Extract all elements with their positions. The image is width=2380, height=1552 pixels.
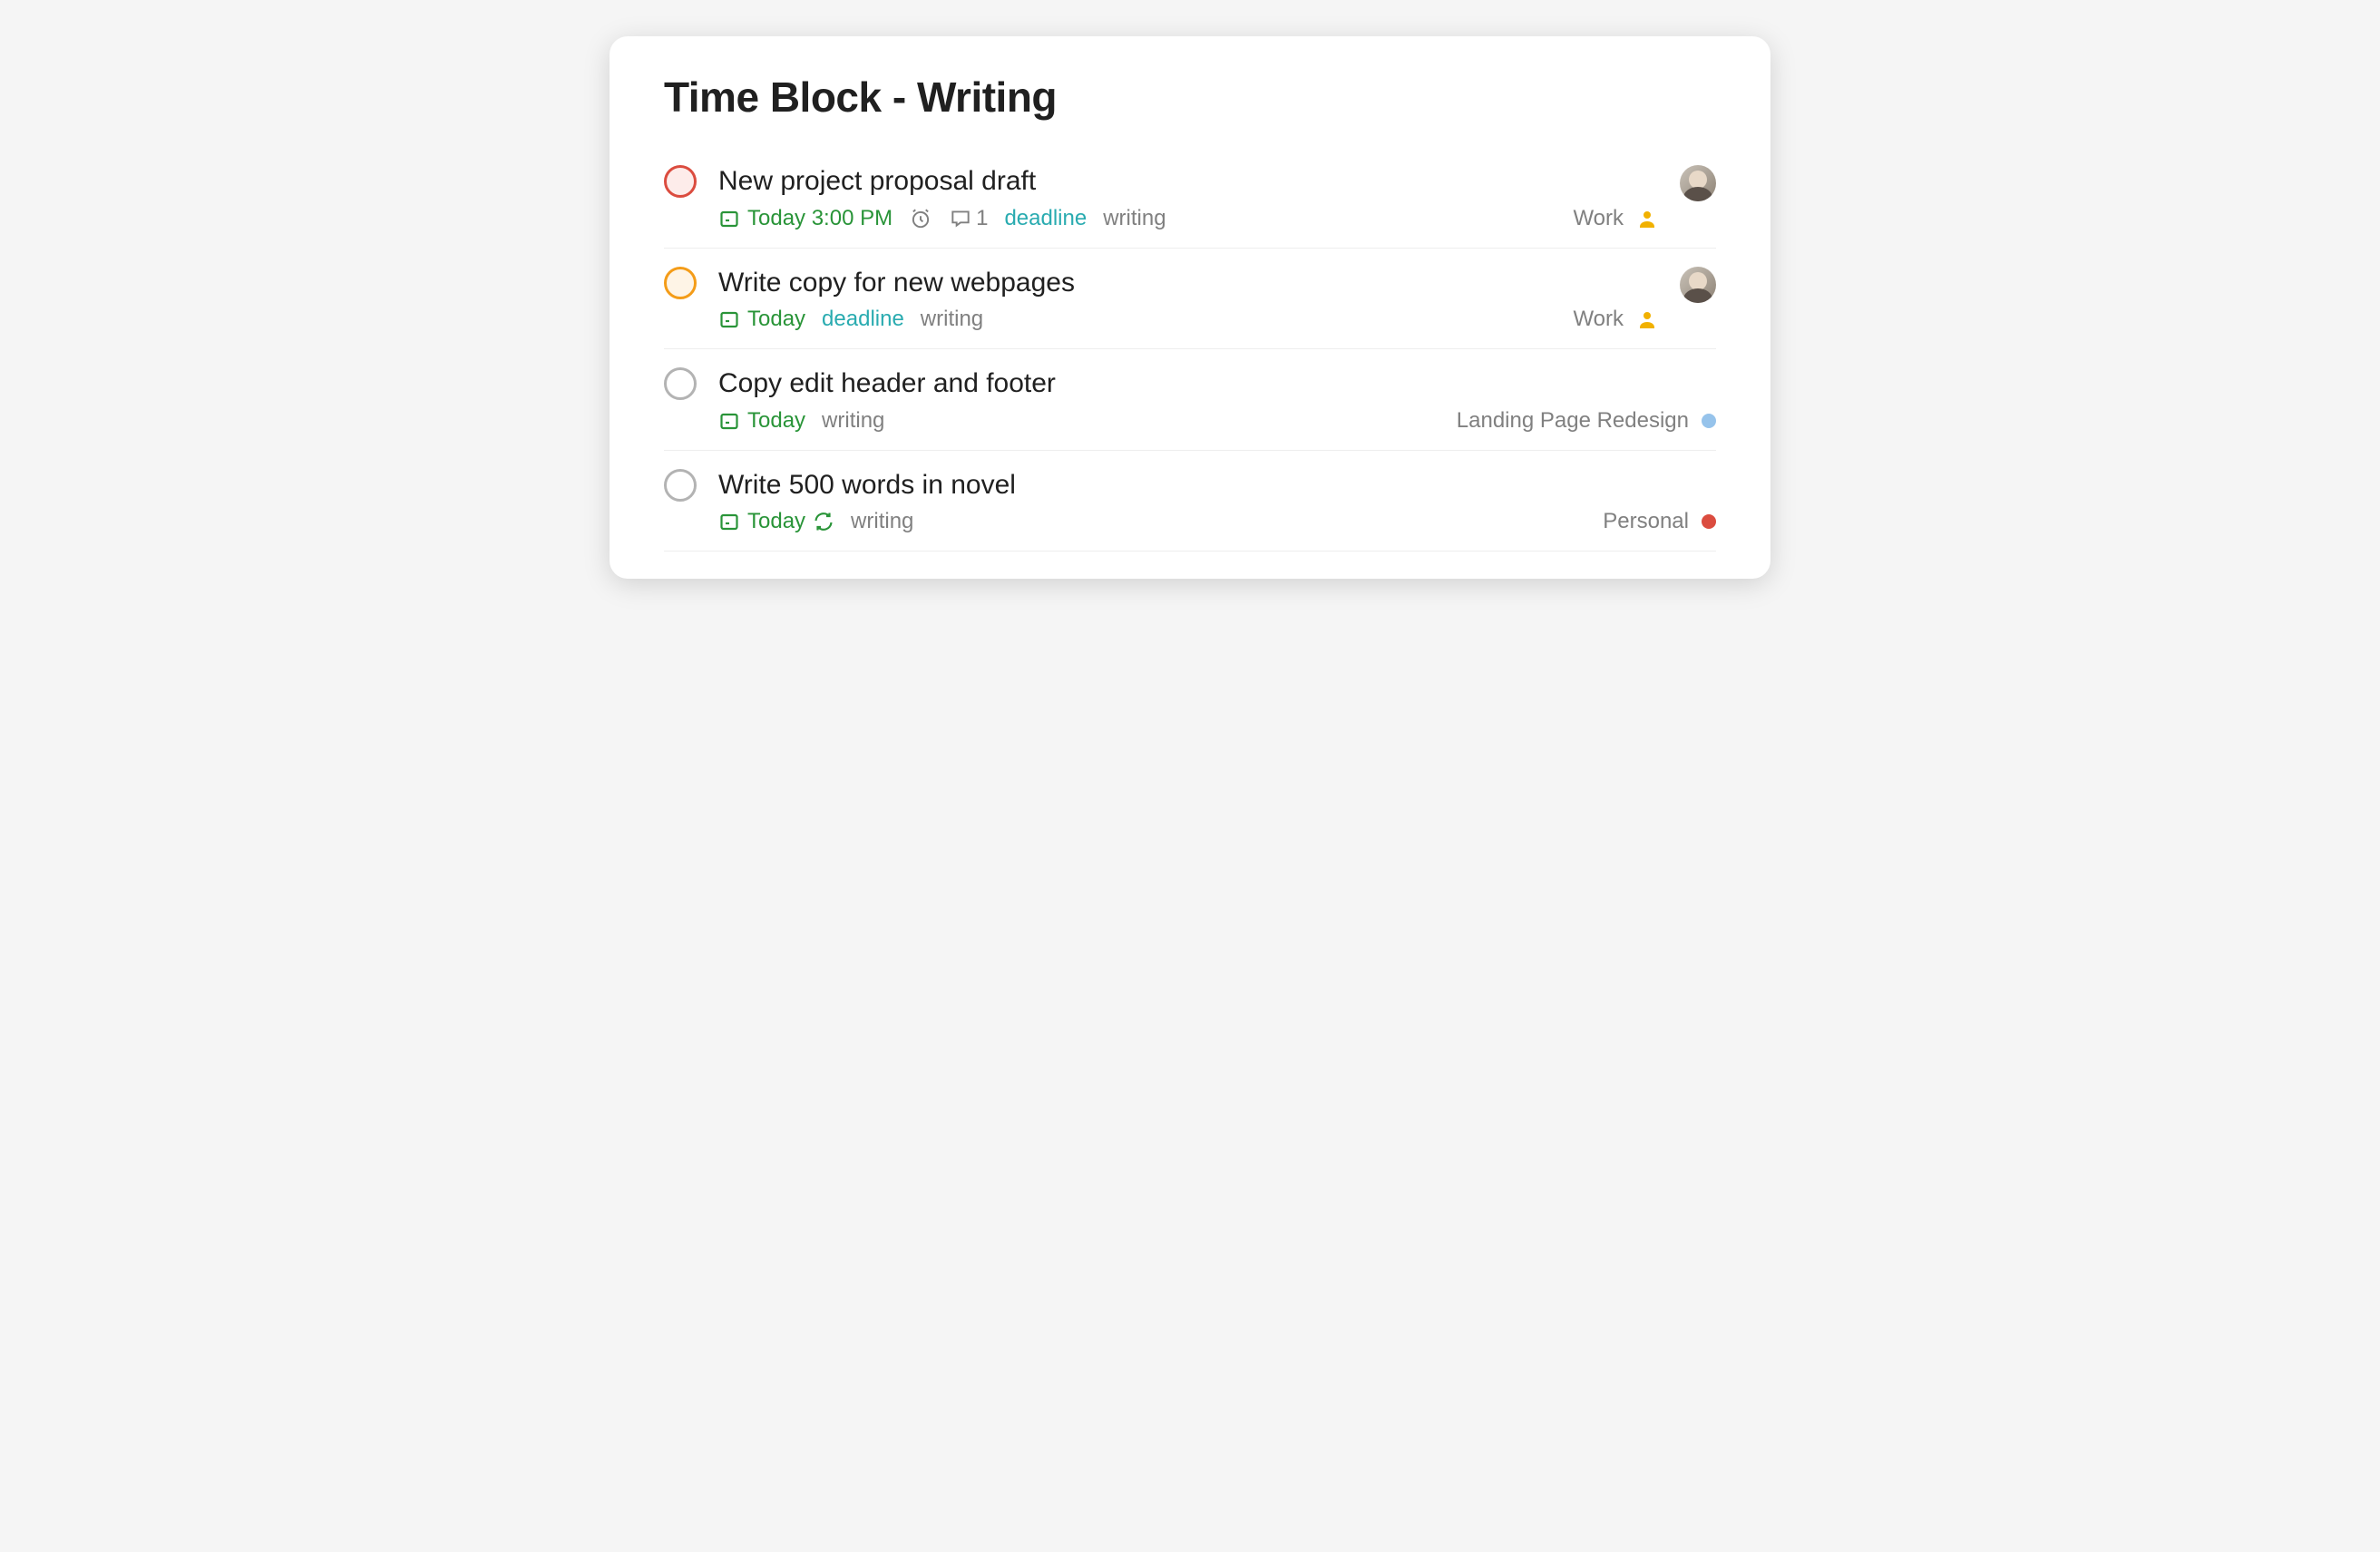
alarm-icon[interactable] [909, 207, 932, 230]
tag-deadline[interactable]: deadline [822, 307, 904, 332]
project-name: Personal [1603, 509, 1689, 534]
task-meta-left: Today writing [718, 509, 913, 534]
task-meta: Today writing Personal [718, 509, 1716, 534]
avatar[interactable] [1680, 267, 1716, 303]
task-list: New project proposal draft Today 3:00 PM… [664, 147, 1716, 551]
person-icon [1636, 208, 1658, 229]
tag-writing[interactable]: writing [921, 307, 983, 332]
task-body: Copy edit header and footer Today writing… [718, 366, 1716, 434]
project-name: Landing Page Redesign [1457, 408, 1689, 434]
comment-count[interactable]: 1 [949, 206, 988, 231]
task-body: Write 500 words in novel Today writing Pe… [718, 467, 1716, 535]
task-title[interactable]: New project proposal draft [718, 163, 1658, 200]
avatar[interactable] [1680, 165, 1716, 201]
tag-writing[interactable]: writing [822, 408, 884, 434]
calendar-icon [718, 410, 740, 432]
task-row[interactable]: Copy edit header and footer Today writing… [664, 349, 1716, 451]
task-meta: Today writing Landing Page Redesign [718, 408, 1716, 434]
due-date-text: Today [747, 408, 805, 434]
task-row[interactable]: Write copy for new webpages Today deadlin… [664, 249, 1716, 350]
task-meta: Today deadline writing Work [718, 307, 1658, 332]
task-row[interactable]: Write 500 words in novel Today writing Pe… [664, 451, 1716, 552]
task-checkbox[interactable] [664, 469, 697, 502]
task-checkbox[interactable] [664, 165, 697, 198]
calendar-icon [718, 511, 740, 532]
task-row[interactable]: New project proposal draft Today 3:00 PM… [664, 147, 1716, 249]
recurring-icon [813, 511, 834, 532]
task-title[interactable]: Write copy for new webpages [718, 265, 1658, 302]
due-date-text: Today [747, 509, 805, 534]
person-icon [1636, 308, 1658, 330]
tag-writing[interactable]: writing [1103, 206, 1166, 231]
project-indicator[interactable]: Work [1573, 307, 1658, 332]
due-date[interactable]: Today [718, 509, 805, 534]
project-name: Work [1573, 307, 1624, 332]
task-body: Write copy for new webpages Today deadlin… [718, 265, 1658, 333]
due-date[interactable]: Today [718, 307, 805, 332]
task-checkbox[interactable] [664, 367, 697, 400]
project-name: Work [1573, 206, 1624, 231]
due-date[interactable]: Today 3:00 PM [718, 206, 892, 231]
task-checkbox[interactable] [664, 267, 697, 299]
tag-writing[interactable]: writing [851, 509, 913, 534]
task-meta: Today 3:00 PM 1 deadline writing Work [718, 206, 1658, 231]
project-indicator[interactable]: Work [1573, 206, 1658, 231]
calendar-icon [718, 208, 740, 229]
task-meta-left: Today 3:00 PM 1 deadline writing [718, 206, 1166, 231]
tag-deadline[interactable]: deadline [1004, 206, 1087, 231]
calendar-icon [718, 308, 740, 330]
page-title: Time Block - Writing [664, 73, 1716, 122]
project-indicator[interactable]: Landing Page Redesign [1457, 408, 1716, 434]
task-meta-left: Today deadline writing [718, 307, 983, 332]
project-color-dot [1702, 414, 1716, 428]
task-body: New project proposal draft Today 3:00 PM… [718, 163, 1658, 231]
task-meta-left: Today writing [718, 408, 884, 434]
task-right-column [1680, 265, 1716, 333]
project-color-dot [1702, 514, 1716, 529]
task-right-column [1680, 163, 1716, 231]
task-title[interactable]: Write 500 words in novel [718, 467, 1716, 504]
project-indicator[interactable]: Personal [1603, 509, 1716, 534]
comment-count-value: 1 [976, 206, 988, 231]
task-card: Time Block - Writing New project proposa… [610, 36, 1770, 579]
task-title[interactable]: Copy edit header and footer [718, 366, 1716, 403]
due-date-text: Today 3:00 PM [747, 206, 892, 231]
due-date[interactable]: Today [718, 408, 805, 434]
comment-icon [949, 207, 972, 230]
due-date-text: Today [747, 307, 805, 332]
